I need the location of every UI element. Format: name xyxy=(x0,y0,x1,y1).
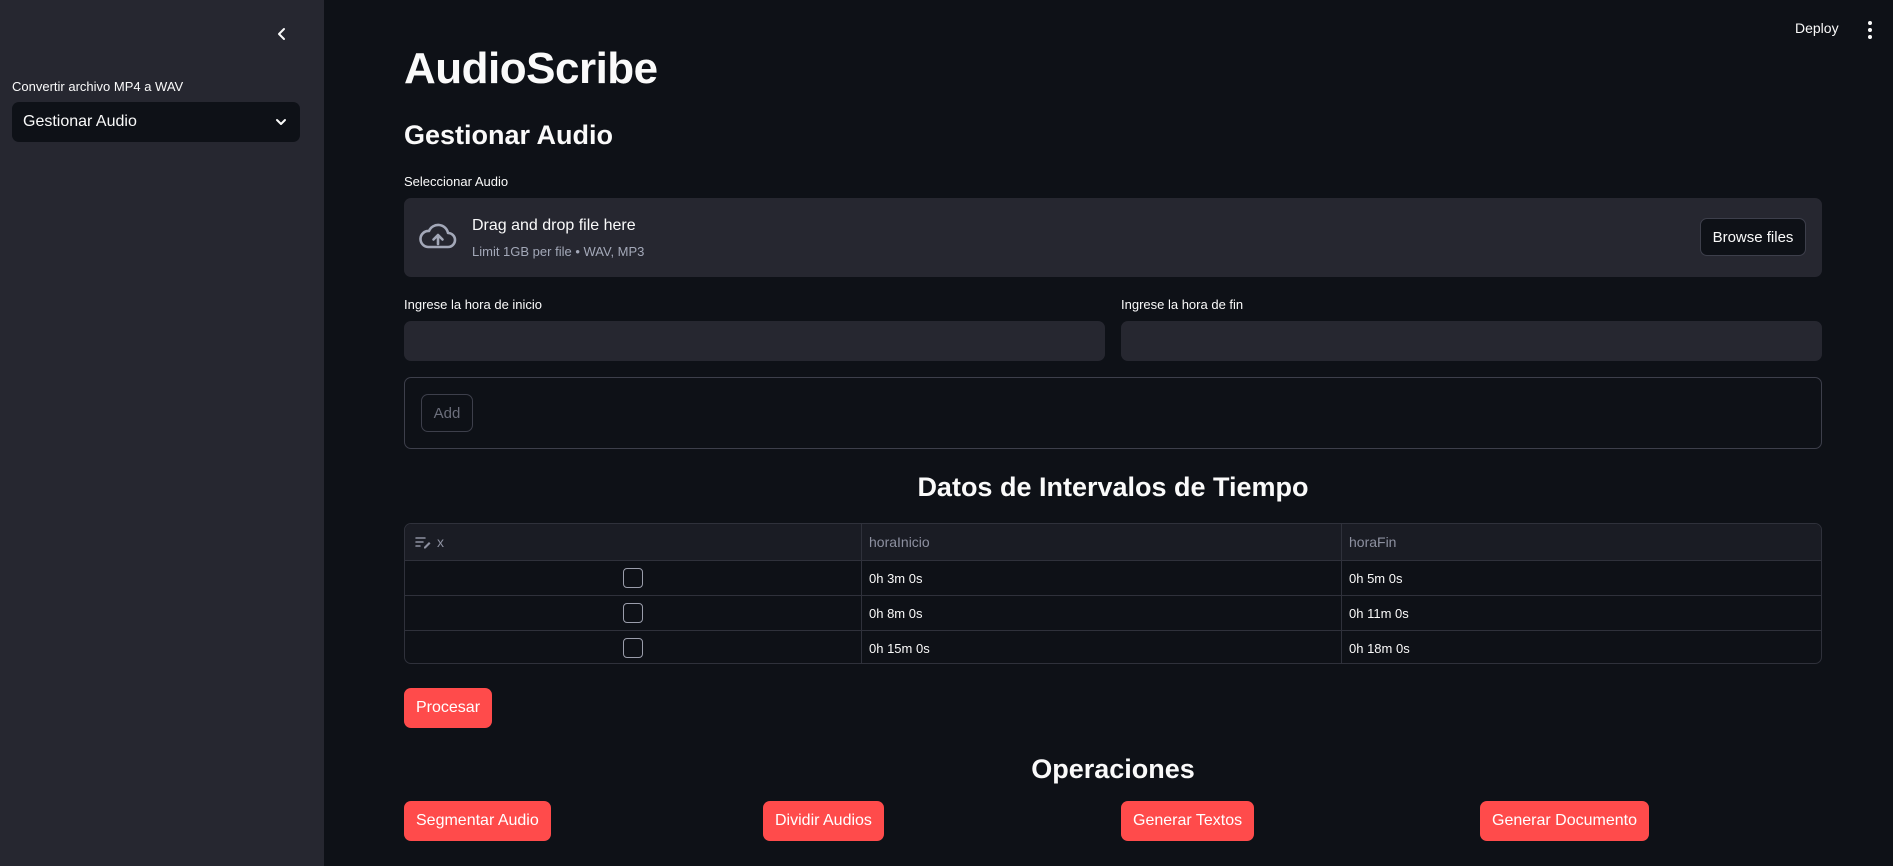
page-title: AudioScribe xyxy=(404,44,658,93)
hora-fin-cell[interactable]: 0h 5m 0s xyxy=(1341,561,1821,595)
start-time-label: Ingrese la hora de inicio xyxy=(404,297,543,312)
table-row: 0h 15m 0s 0h 18m 0s xyxy=(405,630,1821,663)
chevron-down-icon xyxy=(276,119,286,125)
page-select[interactable]: Gestionar Audio xyxy=(12,102,300,142)
end-time-input[interactable] xyxy=(1121,321,1822,361)
uploader-label: Seleccionar Audio xyxy=(404,174,509,189)
hora-inicio-cell[interactable]: 0h 3m 0s xyxy=(861,561,1341,595)
intervals-table: x horaInicio horaFin 0h 3m 0s 0h 5m 0s 0… xyxy=(404,523,1822,664)
page-select-value: Gestionar Audio xyxy=(23,113,137,130)
sidebar: Convertir archivo MP4 a WAV Gestionar Au… xyxy=(0,0,324,866)
hora-fin-cell[interactable]: 0h 18m 0s xyxy=(1341,631,1821,663)
generar-textos-button[interactable]: Generar Textos xyxy=(1121,801,1255,841)
file-uploader-dropzone[interactable]: Drag and drop file here Limit 1GB per fi… xyxy=(404,198,1822,277)
table-title: Datos de Intervalos de Tiempo xyxy=(917,472,1309,502)
end-time-label: Ingrese la hora de fin xyxy=(1121,297,1244,312)
column-header-horainicio[interactable]: horaInicio xyxy=(861,524,1341,560)
interval-form: Add xyxy=(404,377,1822,449)
column-header-x[interactable]: x xyxy=(405,524,861,560)
hora-fin-cell[interactable]: 0h 11m 0s xyxy=(1341,596,1821,630)
chevron-left-icon xyxy=(278,28,285,40)
row-checkbox[interactable] xyxy=(623,568,643,588)
generar-documento-button[interactable]: Generar Documento xyxy=(1480,801,1649,841)
section-heading: Gestionar Audio xyxy=(404,120,614,150)
row-checkbox-cell xyxy=(405,596,861,630)
operations-title: Operaciones xyxy=(1031,754,1195,784)
table-row: 0h 8m 0s 0h 11m 0s xyxy=(405,595,1821,630)
add-button[interactable]: Add xyxy=(421,394,473,432)
table-header-row: x horaInicio horaFin xyxy=(405,524,1821,560)
table-row: 0h 3m 0s 0h 5m 0s xyxy=(405,560,1821,595)
sidebar-select-label: Convertir archivo MP4 a WAV xyxy=(12,79,184,94)
file-limit-text: Limit 1GB per file • WAV, MP3 xyxy=(472,244,645,259)
column-header-horafin[interactable]: horaFin xyxy=(1341,524,1821,560)
main-menu-button[interactable] xyxy=(1862,18,1878,42)
kebab-dot-icon xyxy=(1868,35,1872,39)
hora-inicio-cell[interactable]: 0h 8m 0s xyxy=(861,596,1341,630)
row-checkbox[interactable] xyxy=(623,638,643,658)
row-checkbox[interactable] xyxy=(623,603,643,623)
deploy-button[interactable]: Deploy xyxy=(1795,20,1839,36)
row-checkbox-cell xyxy=(405,631,861,663)
edit-column-icon xyxy=(415,537,431,549)
column-header-label: x xyxy=(437,534,444,550)
procesar-button[interactable]: Procesar xyxy=(404,688,493,728)
drop-instructions: Drag and drop file here xyxy=(472,217,636,234)
start-time-input[interactable] xyxy=(404,321,1105,361)
kebab-dot-icon xyxy=(1868,28,1872,32)
row-checkbox-cell xyxy=(405,561,861,595)
dividir-audios-button[interactable]: Dividir Audios xyxy=(763,801,884,841)
browse-files-button[interactable]: Browse files xyxy=(1700,218,1806,256)
collapse-sidebar-button[interactable] xyxy=(270,22,294,46)
segmentar-audio-button[interactable]: Segmentar Audio xyxy=(404,801,551,841)
cloud-upload-icon xyxy=(419,223,457,249)
kebab-dot-icon xyxy=(1868,21,1872,25)
hora-inicio-cell[interactable]: 0h 15m 0s xyxy=(861,631,1341,663)
